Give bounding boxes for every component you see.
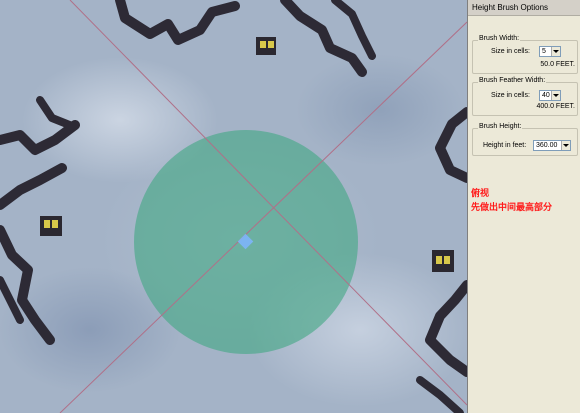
hut-icon[interactable]: [256, 37, 276, 55]
brush-width-size-label: Size in cells:: [491, 48, 530, 55]
brush-height-input[interactable]: 360.00: [533, 140, 571, 151]
annotation-line-2: 先做出中间最高部分: [471, 202, 553, 212]
brush-feather-value: 40: [542, 92, 550, 99]
hut-icon[interactable]: [432, 250, 454, 272]
cliff-ridge-left: [0, 96, 80, 345]
brush-width-input[interactable]: 5: [539, 46, 561, 57]
brush-width-value: 5: [542, 48, 546, 55]
brush-feather-label: Brush Feather Width:: [478, 77, 547, 84]
brush-height-value: 360.00: [536, 142, 558, 149]
terrain-viewport[interactable]: [0, 0, 467, 413]
brush-height-label: Brush Height:: [478, 123, 523, 130]
chevron-down-icon[interactable]: [551, 47, 560, 56]
terrain-canvas: [0, 0, 467, 413]
brush-feather-input[interactable]: 40: [539, 90, 561, 101]
brush-width-feet: 50.0 FEET.: [540, 61, 575, 68]
brush-feather-size-label: Size in cells:: [491, 92, 530, 99]
crosshair-line: [59, 21, 467, 413]
brush-height-group: Brush Height: Height in feet: 360.00: [472, 123, 578, 156]
brush-height-feet-label: Height in feet:: [483, 142, 527, 149]
brush-feather-feet: 400.0 FEET.: [536, 103, 575, 110]
annotation-line-1: 俯视: [471, 188, 490, 198]
hut-icon[interactable]: [40, 216, 62, 236]
chevron-down-icon[interactable]: [551, 91, 560, 100]
brush-feather-group: Brush Feather Width: Size in cells: 40 4…: [472, 77, 578, 116]
cliff-ridge-top: [115, 0, 376, 77]
brush-width-label: Brush Width:: [478, 35, 521, 42]
chevron-down-icon[interactable]: [561, 141, 570, 150]
brush-width-group: Brush Width: Size in cells: 5 50.0 FEET.: [472, 35, 578, 74]
panel-title: Height Brush Options: [468, 0, 580, 16]
